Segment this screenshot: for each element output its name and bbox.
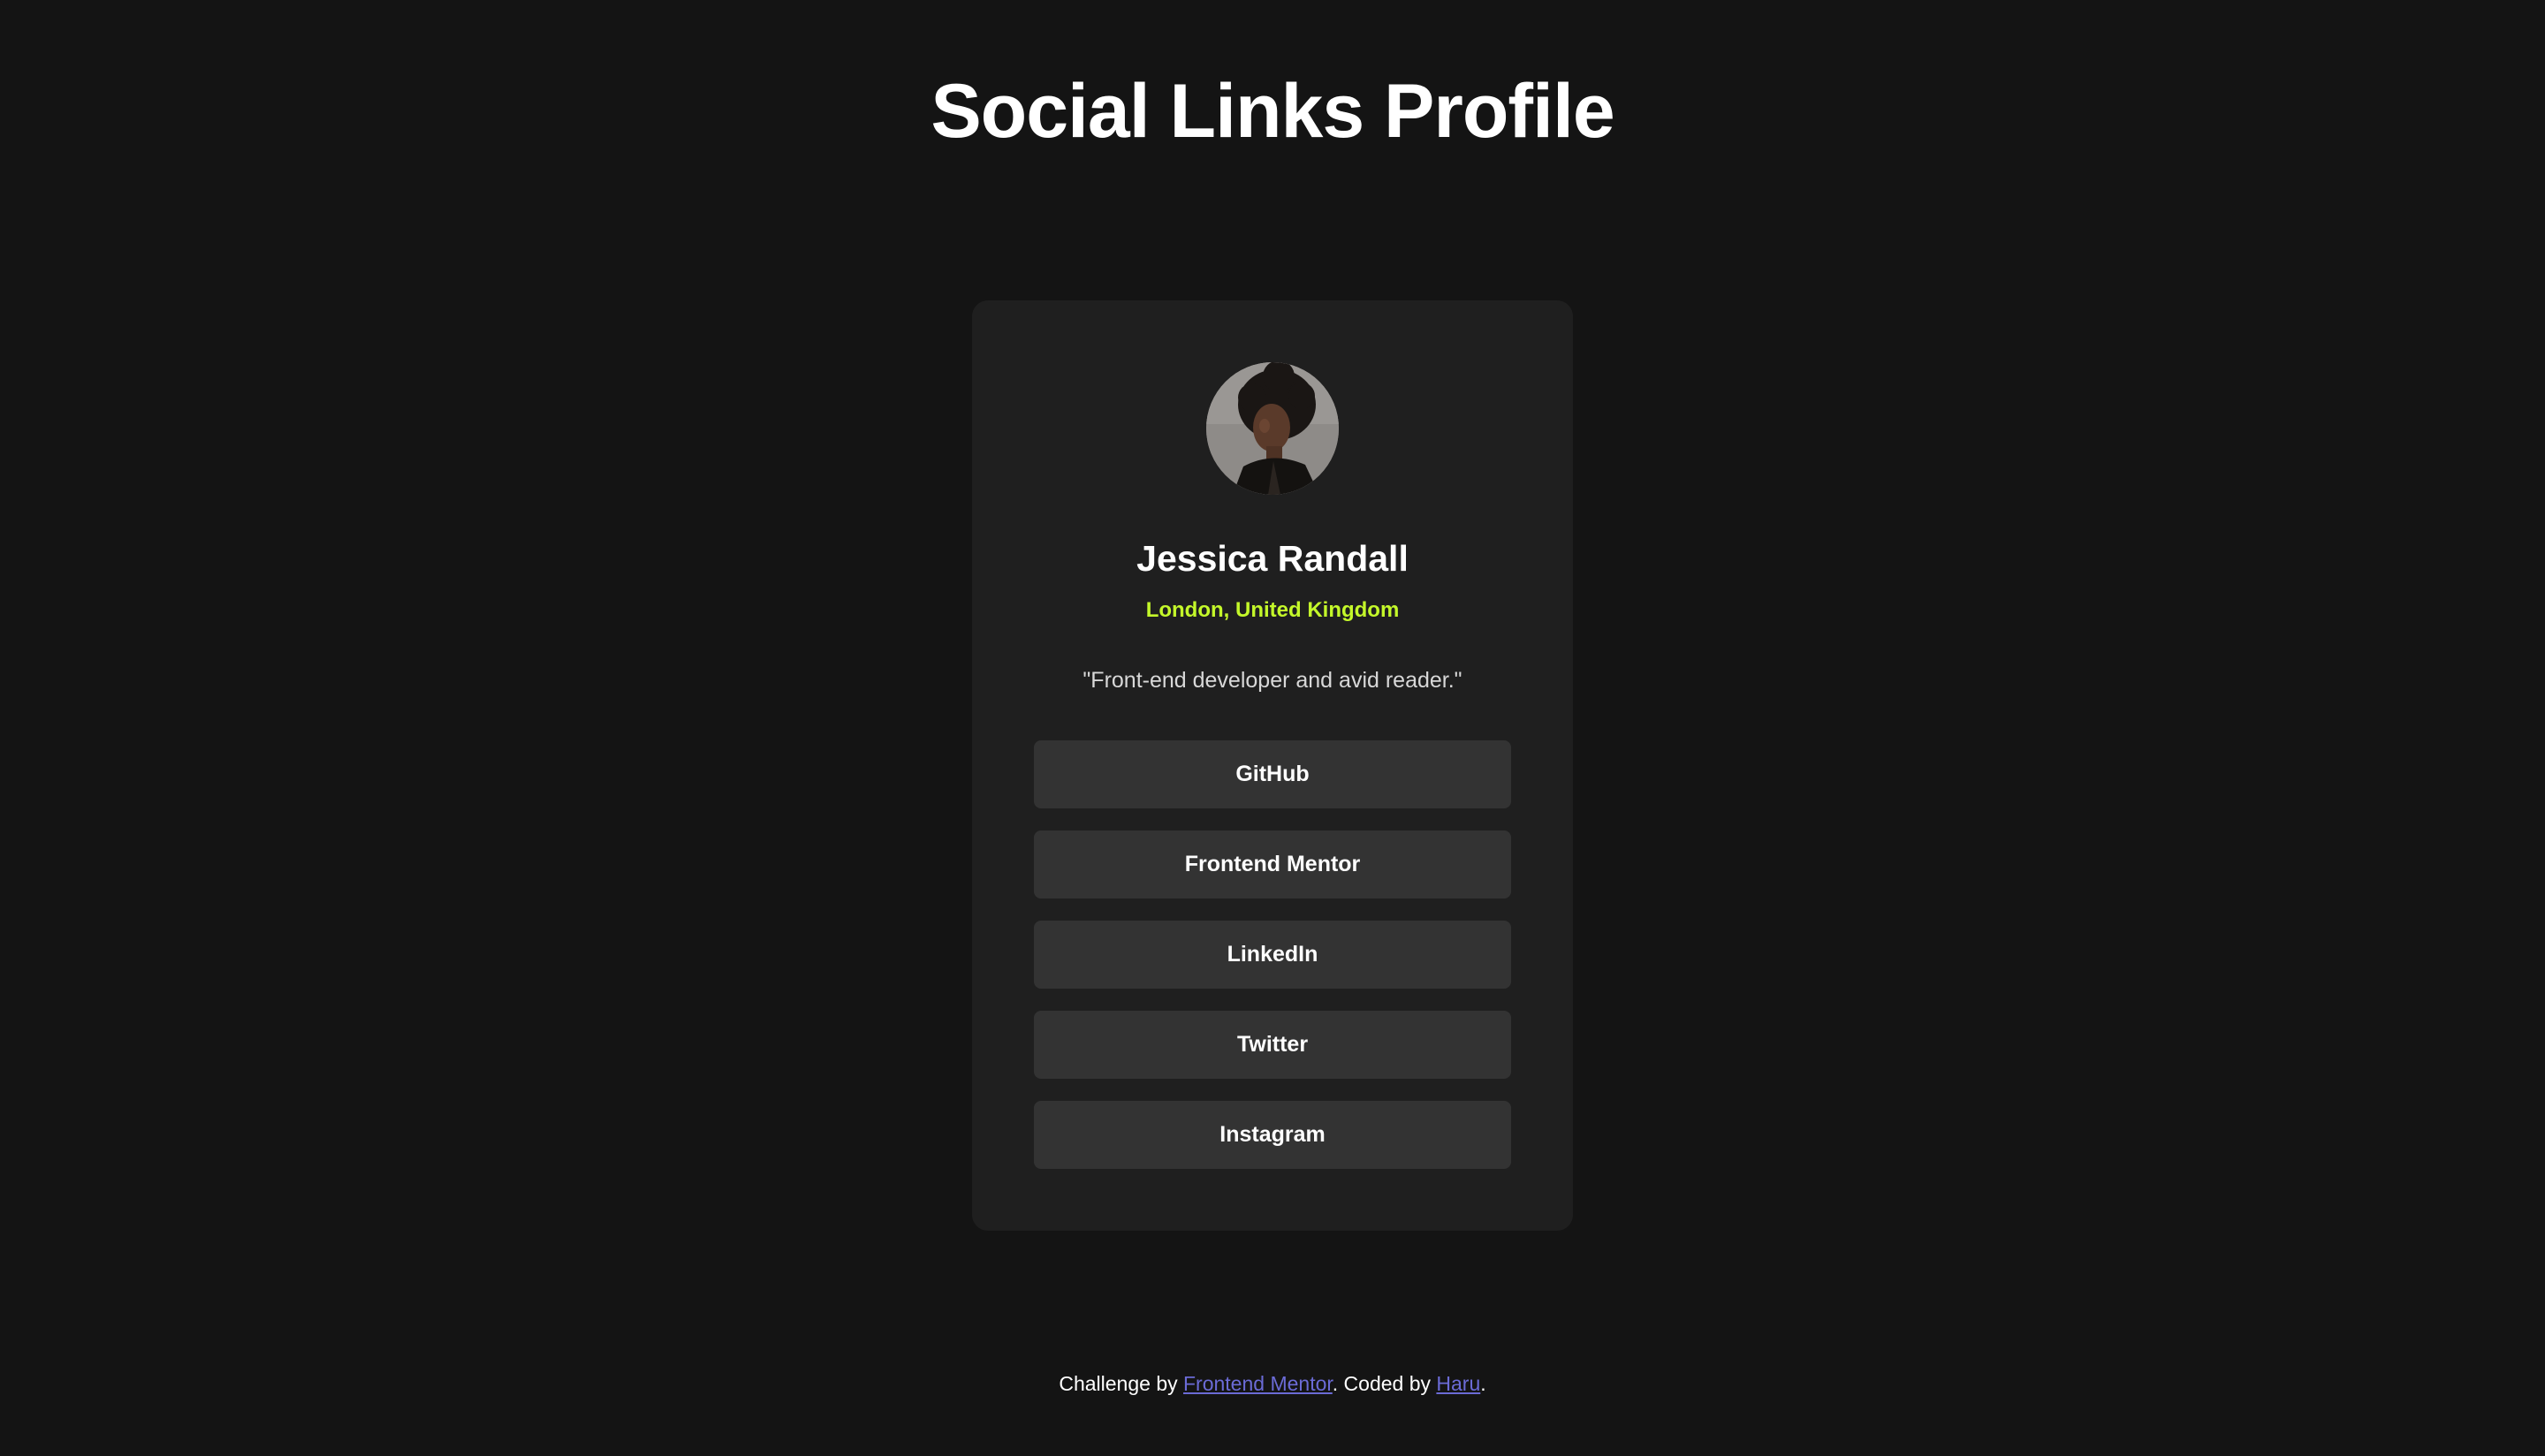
- frontend-mentor-footer-link[interactable]: Frontend Mentor: [1183, 1372, 1333, 1395]
- profile-name: Jessica Randall: [1136, 538, 1409, 579]
- footer-prefix: Challenge by: [1059, 1372, 1183, 1395]
- twitter-link-button[interactable]: Twitter: [1034, 1011, 1511, 1079]
- avatar: [1206, 362, 1339, 495]
- social-links-list: GitHub Frontend Mentor LinkedIn Twitter …: [1034, 740, 1511, 1191]
- profile-location: London, United Kingdom: [1145, 598, 1400, 622]
- list-item: GitHub: [1034, 740, 1511, 808]
- attribution-footer: Challenge by Frontend Mentor. Coded by H…: [0, 1368, 2545, 1399]
- instagram-link-button[interactable]: Instagram: [1034, 1101, 1511, 1169]
- linkedin-link-button[interactable]: LinkedIn: [1034, 921, 1511, 989]
- profile-bio: "Front-end developer and avid reader.": [1083, 668, 1462, 693]
- list-item: Frontend Mentor: [1034, 830, 1511, 899]
- avatar-photo-icon: [1206, 362, 1339, 495]
- profile-card: Jessica Randall London, United Kingdom "…: [972, 300, 1573, 1231]
- footer-suffix: .: [1480, 1372, 1486, 1395]
- page-title: Social Links Profile: [931, 69, 1614, 154]
- frontend-mentor-link-button[interactable]: Frontend Mentor: [1034, 830, 1511, 899]
- author-footer-link[interactable]: Haru: [1436, 1372, 1480, 1395]
- footer-middle: . Coded by: [1332, 1372, 1437, 1395]
- github-link-button[interactable]: GitHub: [1034, 740, 1511, 808]
- list-item: Instagram: [1034, 1101, 1511, 1169]
- list-item: LinkedIn: [1034, 921, 1511, 989]
- list-item: Twitter: [1034, 1011, 1511, 1079]
